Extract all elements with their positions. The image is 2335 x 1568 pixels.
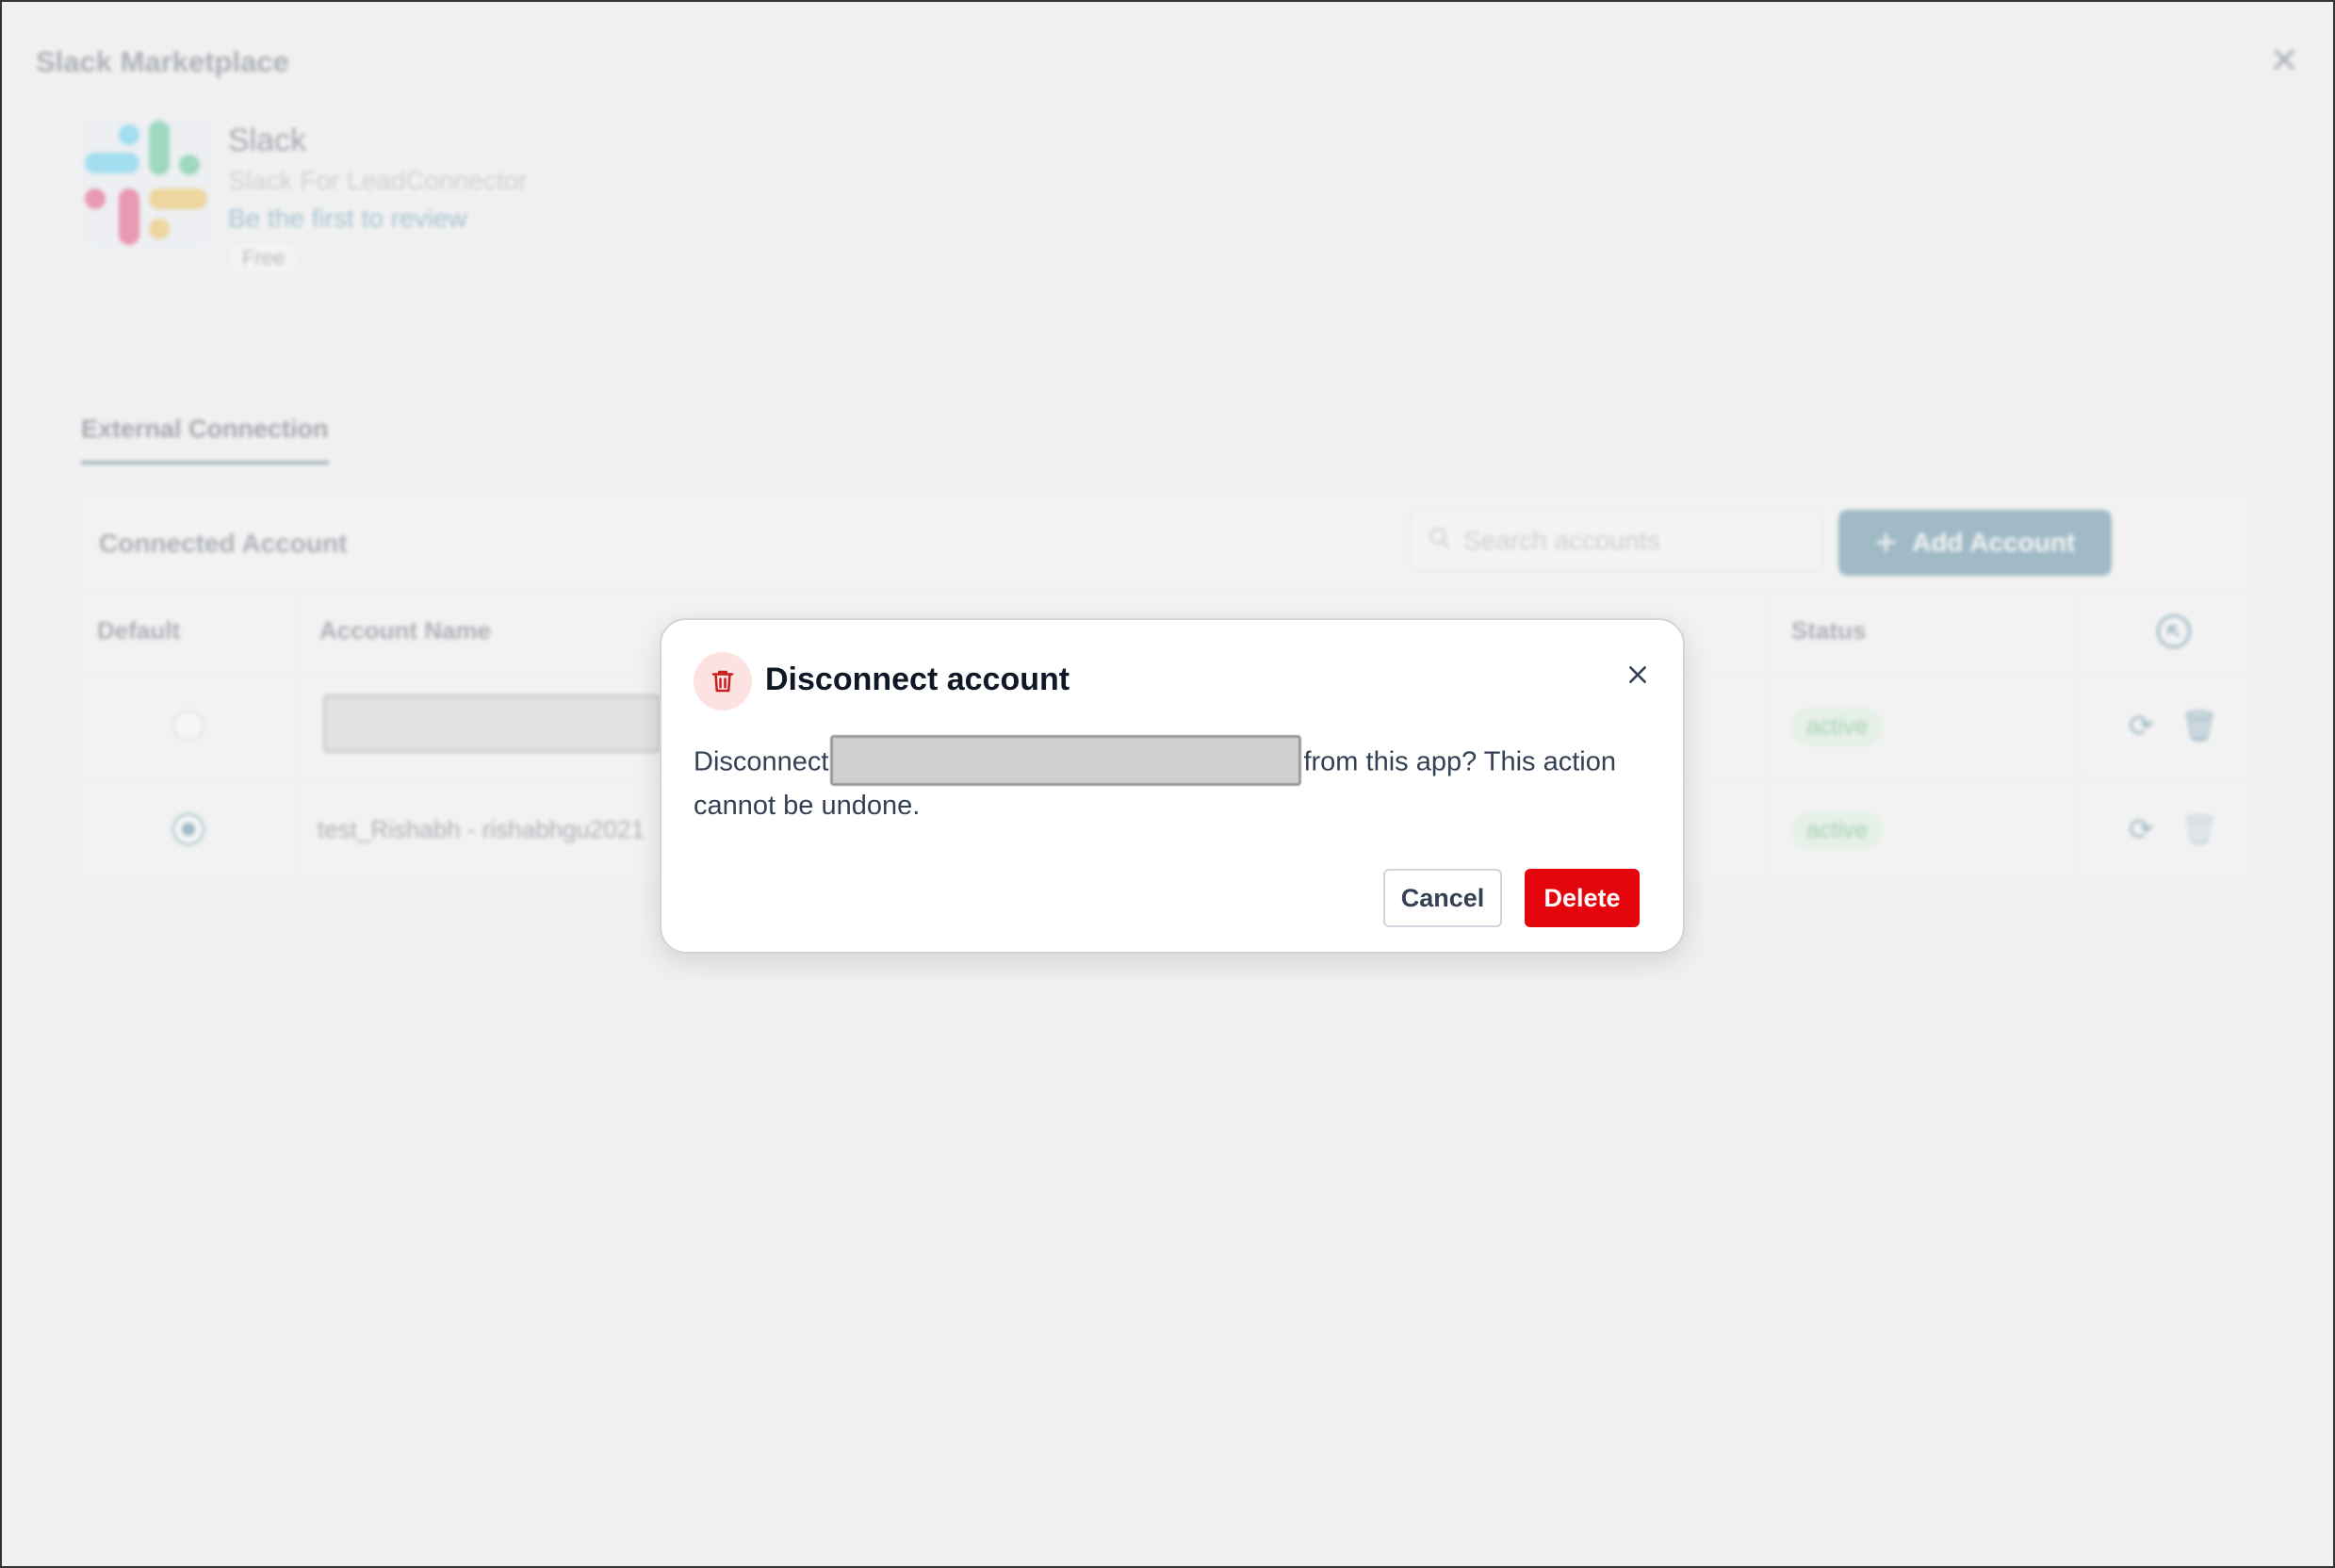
dialog-title: Disconnect account (765, 662, 1070, 697)
disconnect-account-dialog: Disconnect account Disconnect from this a… (660, 618, 1685, 954)
page: Slack Marketplace ✕ Slack Slack For Lead… (0, 0, 2335, 1568)
cancel-button[interactable]: Cancel (1383, 869, 1502, 927)
redacted-account-name (830, 735, 1302, 786)
delete-button[interactable]: Delete (1525, 869, 1640, 927)
message-prefix: Disconnect (694, 746, 829, 777)
close-icon[interactable] (1619, 656, 1657, 694)
dialog-message: Disconnect from this app? This action can… (694, 735, 1655, 825)
trash-icon (694, 652, 752, 710)
